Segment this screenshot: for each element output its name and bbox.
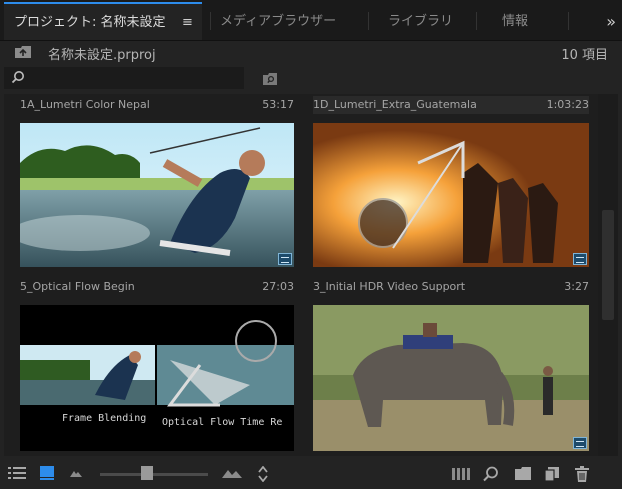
sequence-badge-icon [278,253,292,265]
tab-divider [568,12,569,30]
sequence-badge-icon [573,437,587,449]
zoom-large-icon[interactable] [222,468,242,478]
clip-item[interactable]: 3_Initial HDR Video Support 3:27 [313,278,589,454]
tab-divider [476,12,477,30]
bottom-toolbar [0,458,622,489]
automate-sequence-icon[interactable] [452,468,470,480]
new-bin-icon[interactable] [515,467,531,480]
clip-thumbnail[interactable] [313,123,589,267]
clip-label: 5_Optical Flow Begin 27:03 [20,278,294,296]
search-icon [11,71,24,84]
water-ski-image [20,123,294,267]
clip-thumbnail[interactable]: Frame Blending Optical Flow Time Re [20,305,294,451]
bin-search-icon[interactable] [262,72,278,86]
list-view-icon[interactable] [8,466,26,480]
tab-project[interactable]: プロジェクト: 名称未設定 ≡ [4,2,202,40]
path-bar: 名称未設定.prproj 10 項目 [0,41,622,65]
clip-name: 1D_Lumetri_Extra_Guatemala [313,98,477,111]
clip-duration: 53:17 [262,98,294,111]
clip-name: 3_Initial HDR Video Support [313,280,466,293]
new-item-icon[interactable] [545,467,559,481]
item-count: 10 項目 [561,48,608,63]
elephant-image [313,305,589,451]
clip-item[interactable]: 1A_Lumetri Color Nepal 53:17 [20,96,294,268]
clip-item-selected[interactable]: 1D_Lumetri_Extra_Guatemala 1:03:23 [313,96,589,268]
trash-icon[interactable] [575,466,589,482]
clip-name: 1A_Lumetri Color Nepal [20,98,150,111]
clip-duration: 3:27 [564,280,589,293]
tab-divider [368,12,369,30]
fire-performers-image [313,123,589,267]
clip-item[interactable]: 5_Optical Flow Begin 27:03 Frame Blendin… [20,278,294,454]
frame-blending-label: Frame Blending [62,413,147,424]
zoom-slider-thumb[interactable] [141,466,154,480]
clip-label: 1D_Lumetri_Extra_Guatemala 1:03:23 [313,96,589,114]
tab-library[interactable]: ライブラリ [388,4,453,40]
zoom-small-icon[interactable] [70,469,82,477]
tab-media-browser[interactable]: メディアブラウザー [220,4,336,40]
project-file-name: 名称未設定.prproj [48,48,156,63]
sort-icon[interactable] [258,466,268,482]
tab-project-label: プロジェクト: 名称未設定 [14,15,166,30]
sequence-badge-icon [573,253,587,265]
icon-view-icon[interactable] [40,466,54,480]
tab-overflow-icon[interactable]: » [606,12,616,31]
scrollbar-thumb[interactable] [602,210,614,320]
tab-library-label: ライブラリ [388,14,454,29]
clip-label: 1A_Lumetri Color Nepal 53:17 [20,96,294,114]
search-input[interactable] [4,67,244,89]
clip-label: 3_Initial HDR Video Support 3:27 [313,278,589,296]
tab-info-label: 情報 [502,14,529,29]
tab-divider [210,12,211,30]
clip-thumbnail[interactable] [20,123,294,267]
find-icon[interactable] [483,466,499,482]
tab-info[interactable]: 情報 [502,4,528,40]
clip-thumbnail[interactable] [313,305,589,451]
clip-name: 5_Optical Flow Begin [20,280,135,293]
clip-duration: 1:03:23 [546,98,589,111]
tab-media-browser-label: メディアブラウザー [220,14,337,29]
optical-flow-label: Optical Flow Time Re [162,417,283,428]
panel-menu-icon[interactable]: ≡ [182,4,193,42]
panel-tab-bar: プロジェクト: 名称未設定 ≡ メディアブラウザー ライブラリ 情報 » [0,0,622,41]
clip-duration: 27:03 [262,280,294,293]
zoom-slider-track[interactable] [100,473,208,476]
optical-flow-comparison-image [20,320,294,407]
folder-up-icon[interactable] [14,45,32,59]
